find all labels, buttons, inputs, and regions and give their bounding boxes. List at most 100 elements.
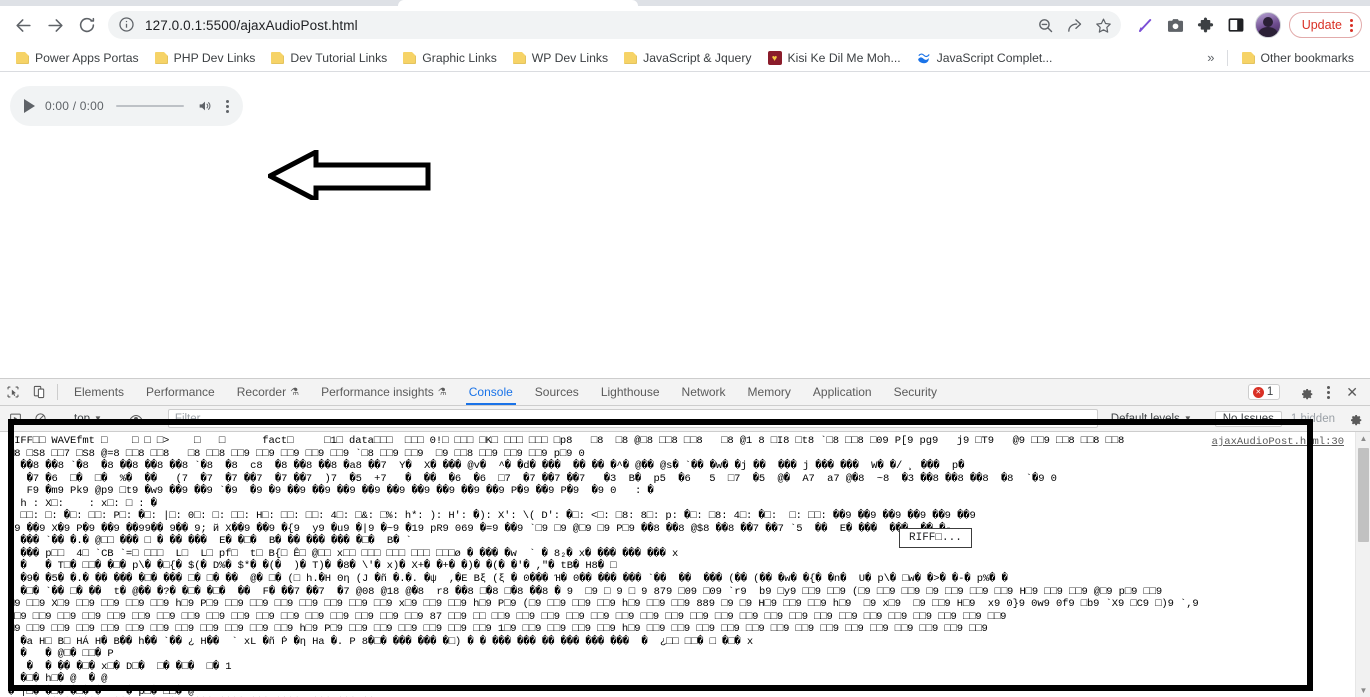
tab-label: Performance [146,385,215,399]
audio-player[interactable]: 0:00 / 0:00 [10,86,243,126]
bookmarks-bar: Power Apps Portas PHP Dev Links Dev Tuto… [0,44,1370,72]
pen-icon[interactable] [1133,12,1159,38]
console-message-binary-dump[interactable]: RIFF□□ WAVEfmt □ □ □ □> □ □ fact□ □1□ da… [0,432,1355,697]
scrollbar-thumb[interactable] [1358,448,1369,542]
error-count: 1 [1266,386,1274,398]
zoom-out-icon[interactable] [1033,12,1059,38]
extension-icons [1133,12,1249,38]
bookmarks-overflow-button[interactable]: » [1201,50,1220,65]
bookmarks-bar-right: » Other bookmarks [1201,48,1362,68]
tab-recorder[interactable]: Recorder ⚗ [226,379,310,405]
divider [1226,49,1228,66]
console-filter-input[interactable]: Filter [167,409,1098,428]
camera-icon[interactable] [1163,12,1189,38]
tab-console[interactable]: Console [458,379,524,405]
tab-security[interactable]: Security [883,379,948,405]
profile-avatar[interactable] [1254,12,1281,38]
volume-icon[interactable] [196,98,214,114]
console-scrollbar[interactable]: ▲ ▼ [1355,432,1370,697]
console-settings-gear-icon[interactable] [1344,408,1366,430]
puzzle-icon[interactable] [1193,12,1219,38]
devtools-more-icon[interactable] [1319,385,1338,399]
audio-time-display: 0:00 / 0:00 [45,99,104,113]
side-panel-icon[interactable] [1223,12,1249,38]
bookmark-power-apps-portas[interactable]: Power Apps Portas [8,48,147,68]
bookmark-star-icon[interactable] [1091,12,1117,38]
no-entry-icon[interactable] [29,409,51,429]
address-bar-url[interactable]: 127.0.0.1:5500/ajaxAudioPost.html [145,18,1033,33]
tab-memory[interactable]: Memory [737,379,802,405]
update-button[interactable]: Update [1288,12,1362,38]
bookmark-label: PHP Dev Links [173,50,256,65]
console-filter-bar: top ▼ Filter Default levels ▼ No Issues … [0,406,1370,432]
reload-button[interactable] [72,10,102,40]
bookmark-label: JavaScript Complet... [936,50,1053,65]
tab-label: Recorder [236,385,287,399]
bookmark-javascript-jquery[interactable]: JavaScript & Jquery [616,48,759,68]
bookmark-kisi-ke-dil-me-moh[interactable]: Kisi Ke Dil Me Moh... [760,48,909,68]
inspect-element-icon[interactable] [0,379,26,405]
other-bookmarks-button[interactable]: Other bookmarks [1234,48,1362,68]
tab-network[interactable]: Network [671,379,737,405]
page-viewport: 0:00 / 0:00 [0,72,1370,376]
wave-favicon [917,51,931,65]
scroll-up-arrow-icon[interactable]: ▲ [1356,432,1370,445]
other-bookmarks-label: Other bookmarks [1260,50,1354,65]
devtools-tabbar-right: 1 ✕ [1247,379,1370,405]
address-bar[interactable]: 127.0.0.1:5500/ajaxAudioPost.html [108,11,1121,39]
share-icon[interactable] [1062,12,1088,38]
issues-button[interactable]: No Issues [1214,410,1282,427]
tab-performance[interactable]: Performance [135,379,226,405]
execution-context-selector[interactable]: top ▼ [68,413,108,425]
device-toolbar-icon[interactable] [26,379,52,405]
tab-application[interactable]: Application [802,379,883,405]
error-icon [1252,386,1264,398]
scroll-down-arrow-icon[interactable]: ▼ [1356,684,1370,697]
log-levels-label: Default levels [1110,412,1180,425]
log-levels-selector[interactable]: Default levels ▼ [1105,413,1198,425]
tab-lighthouse[interactable]: Lighthouse [590,379,671,405]
error-count-badge[interactable]: 1 [1247,384,1281,400]
bookmark-graphic-links[interactable]: Graphic Links [395,48,505,68]
bookmark-php-dev-links[interactable]: PHP Dev Links [147,48,264,68]
audio-progress-slider[interactable] [115,105,184,107]
console-output[interactable]: ajaxAudioPost.html:30 RIFF□□ WAVEfmt □ □… [0,432,1370,697]
bookmark-wp-dev-links[interactable]: WP Dev Links [505,48,616,68]
chevron-down-icon: ▼ [1183,414,1192,423]
back-button[interactable] [8,10,38,40]
bookmark-label: Kisi Ke Dil Me Moh... [787,50,901,65]
clear-console-icon[interactable] [4,409,26,429]
update-label: Update [1301,18,1342,32]
folder-icon [624,51,638,64]
audio-more-options-icon[interactable] [224,99,229,113]
chevron-down-icon: ▼ [94,414,102,423]
heart-favicon [767,50,782,65]
gear-icon[interactable] [1295,381,1317,403]
folder-icon [512,51,526,64]
bookmark-javascript-complet[interactable]: JavaScript Complet... [909,48,1061,68]
tab-sources[interactable]: Sources [524,379,590,405]
bookmark-dev-tutorial-links[interactable]: Dev Tutorial Links [263,48,395,68]
browser-toolbar: 127.0.0.1:5500/ajaxAudioPost.html Update [0,6,1370,44]
close-icon[interactable]: ✕ [1340,384,1364,401]
chrome-menu-icon[interactable] [1346,18,1357,32]
console-source-link[interactable]: ajaxAudioPost.html:30 [1212,436,1344,448]
devtools-panel: Elements Performance Recorder ⚗ Performan… [0,378,1370,697]
tab-elements[interactable]: Elements [63,379,135,405]
filter-placeholder: Filter [174,412,201,425]
tab-label: Sources [534,385,579,399]
folder-icon [271,51,285,64]
tab-label: Security [893,385,937,399]
hidden-messages-count: 1 hidden [1290,412,1335,425]
folder-icon [16,51,29,64]
forward-button[interactable] [40,10,70,40]
tab-label: Memory [747,385,791,399]
folder-icon [1241,51,1255,64]
eye-icon[interactable] [125,409,147,429]
experimental-flask-icon: ⚗ [290,386,300,398]
play-icon[interactable] [24,99,35,113]
tab-label: Application [812,385,872,399]
browser-window: 127.0.0.1:5500/ajaxAudioPost.html Update… [0,0,1370,697]
site-info-icon[interactable] [118,16,136,34]
tab-performance-insights[interactable]: Performance insights ⚗ [310,379,458,405]
